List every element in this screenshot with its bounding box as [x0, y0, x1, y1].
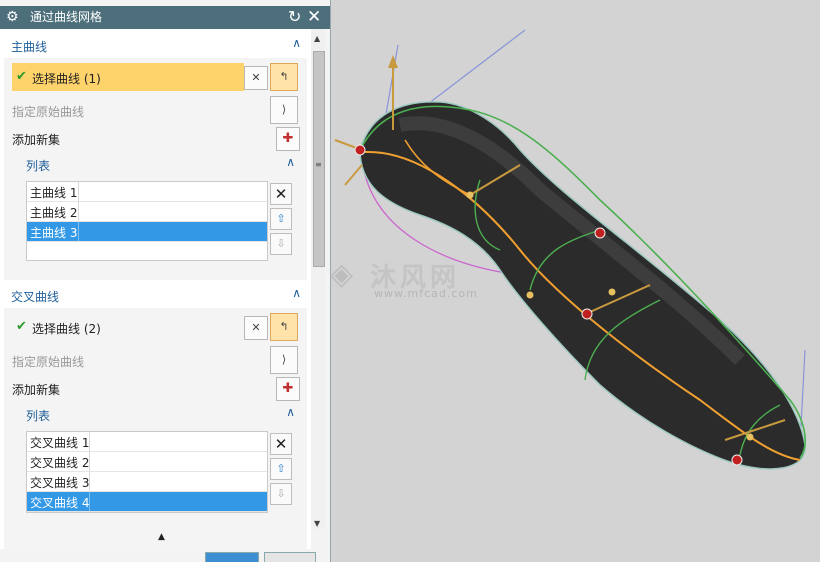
watermark-url: www.mfcad.com	[374, 287, 478, 300]
move-down-button[interactable]: ⇩	[270, 483, 292, 505]
add-set-button[interactable]: ✚	[276, 127, 300, 151]
tangent-vector	[344, 164, 363, 186]
add-new-set-row: 添加新集	[12, 374, 212, 402]
section-title-primary: 主曲线	[11, 40, 48, 54]
scroll-down-icon[interactable]: ▼	[314, 519, 320, 528]
chevron-up-icon[interactable]: ∧	[292, 286, 301, 300]
list-item[interactable]: 交叉曲线 2	[27, 452, 267, 472]
origin-curve-button[interactable]: ⟩	[270, 96, 298, 124]
section-header-cross[interactable]: 交叉曲线 ∧	[4, 284, 307, 308]
dialog-content: 主曲线 ∧ ✔ 选择曲线 (1) ✕ ↰ 指定原始曲线 ⟩ 添加新集 ✚ 列表 …	[0, 29, 311, 549]
curve-rule-button[interactable]: ↰	[270, 313, 298, 341]
intersection-point	[466, 191, 474, 199]
watermark: ◈ 沐风网 www.mfcad.com	[330, 255, 500, 305]
specify-origin-row: 指定原始曲线	[12, 96, 212, 124]
list-item[interactable]: 主曲线 1	[27, 182, 267, 202]
cancel-button[interactable]	[264, 552, 316, 562]
specify-origin-row: 指定原始曲线	[12, 346, 212, 374]
chevron-up-icon[interactable]: ∧	[286, 155, 295, 169]
close-icon[interactable]: ✕	[307, 6, 321, 28]
add-new-set-row: 添加新集	[12, 124, 212, 152]
add-new-set-label: 添加新集	[12, 133, 61, 147]
control-point	[731, 454, 743, 466]
list-item[interactable]: 交叉曲线 4	[27, 492, 267, 512]
list-header-cross[interactable]: 列表 ∧	[16, 403, 303, 425]
move-up-button[interactable]: ⇧	[270, 208, 292, 230]
curve-mesh-dialog: ⚙ 通过曲线网格 ↻ ✕ 主曲线 ∧ ✔ 选择曲线 (1) ✕ ↰ 指定原始曲线…	[0, 0, 331, 562]
origin-curve-button[interactable]: ⟩	[270, 346, 298, 374]
vertical-scrollbar[interactable]: ▲ ≡ ▼	[311, 29, 325, 529]
control-point	[581, 308, 593, 320]
intersection-point	[746, 433, 754, 441]
dialog-titlebar: ⚙ 通过曲线网格 ↻ ✕	[0, 6, 330, 29]
list-item[interactable]: 交叉曲线 1	[27, 432, 267, 452]
point-dialog-button[interactable]: ✕	[244, 316, 268, 340]
grip-icon: ≡	[315, 160, 322, 169]
cross-curve-list[interactable]: 交叉曲线 1 交叉曲线 2 交叉曲线 3 交叉曲线 4	[26, 431, 268, 513]
control-point	[594, 227, 606, 239]
remove-button[interactable]: ✕	[270, 433, 292, 455]
view-axis-line	[419, 29, 526, 111]
curve-rule-button[interactable]: ↰	[270, 63, 298, 91]
list-item[interactable]: 交叉曲线 3	[27, 472, 267, 492]
select-curve-row-cross[interactable]: ✔ 选择曲线 (2)	[12, 313, 244, 341]
intersection-point	[608, 288, 616, 296]
collapse-icon[interactable]: ▲	[158, 532, 165, 542]
section-title-cross: 交叉曲线	[11, 290, 60, 304]
remove-button[interactable]: ✕	[270, 183, 292, 205]
section-header-primary[interactable]: 主曲线 ∧	[4, 34, 307, 58]
watermark-logo-icon: ◈	[330, 257, 354, 292]
specify-origin-label: 指定原始曲线	[12, 105, 85, 119]
chevron-up-icon[interactable]: ∧	[286, 405, 295, 419]
list-title-primary: 列表	[26, 159, 51, 173]
list-item[interactable]: 主曲线 3	[27, 222, 267, 242]
ok-button[interactable]	[205, 552, 259, 562]
point-dialog-button[interactable]: ✕	[244, 66, 268, 90]
control-point	[354, 144, 366, 156]
intersection-point	[526, 291, 534, 299]
list-item[interactable]: 主曲线 2	[27, 202, 267, 222]
chevron-up-icon[interactable]: ∧	[292, 36, 301, 50]
cross-panel: ✔ 选择曲线 (2) ✕ ↰ 指定原始曲线 ⟩ 添加新集 ✚ 列表 ∧ 交叉曲线…	[4, 308, 307, 549]
check-icon: ✔	[16, 69, 27, 84]
reset-icon[interactable]: ↻	[288, 7, 301, 27]
select-curve-label: 选择曲线 (1)	[32, 72, 101, 86]
primary-curve-list[interactable]: 主曲线 1 主曲线 2 主曲线 3	[26, 181, 268, 261]
check-icon: ✔	[16, 319, 27, 334]
add-new-set-label: 添加新集	[12, 383, 61, 397]
primary-panel: ✔ 选择曲线 (1) ✕ ↰ 指定原始曲线 ⟩ 添加新集 ✚ 列表 ∧ 主曲线 …	[4, 58, 307, 280]
select-curve-label: 选择曲线 (2)	[32, 322, 101, 336]
add-set-button[interactable]: ✚	[276, 377, 300, 401]
specify-origin-label: 指定原始曲线	[12, 355, 85, 369]
list-title-cross: 列表	[26, 409, 51, 423]
move-down-button[interactable]: ⇩	[270, 233, 292, 255]
gear-icon[interactable]: ⚙	[6, 9, 19, 25]
scrollbar-thumb[interactable]: ≡	[313, 51, 325, 267]
list-header-primary[interactable]: 列表 ∧	[16, 153, 303, 175]
dialog-title: 通过曲线网格	[30, 10, 103, 24]
select-curve-row-primary[interactable]: ✔ 选择曲线 (1)	[12, 63, 244, 91]
move-up-button[interactable]: ⇧	[270, 458, 292, 480]
scroll-up-icon[interactable]: ▲	[314, 34, 320, 43]
